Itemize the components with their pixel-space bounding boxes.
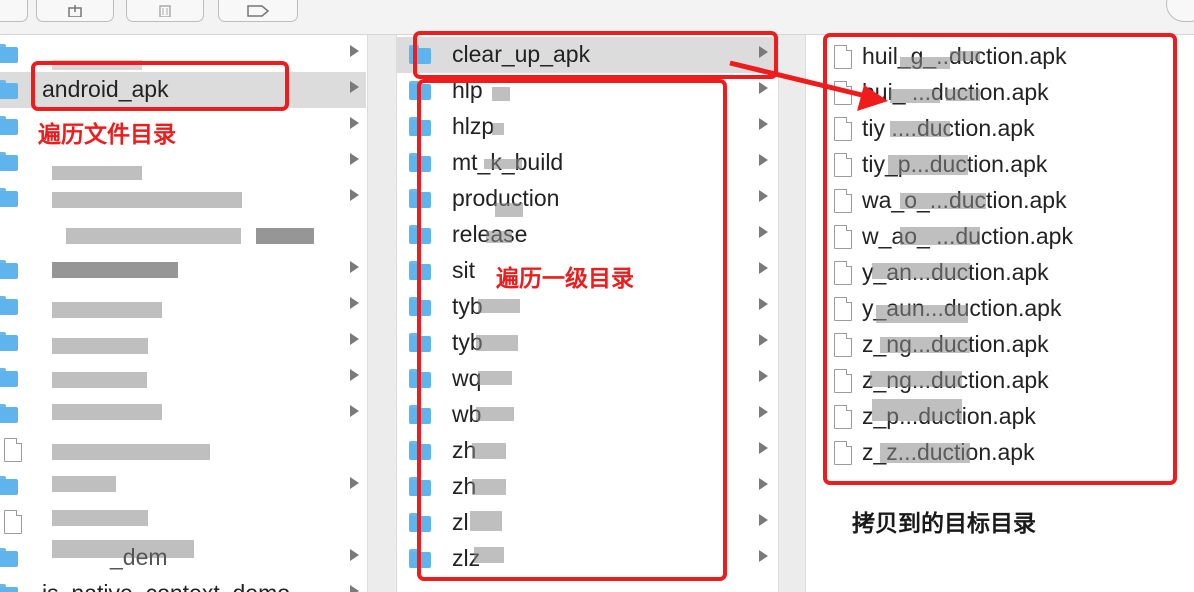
arrow-shaft xyxy=(729,60,867,99)
annotation-arrow xyxy=(729,60,888,111)
arrow-head xyxy=(857,85,888,111)
